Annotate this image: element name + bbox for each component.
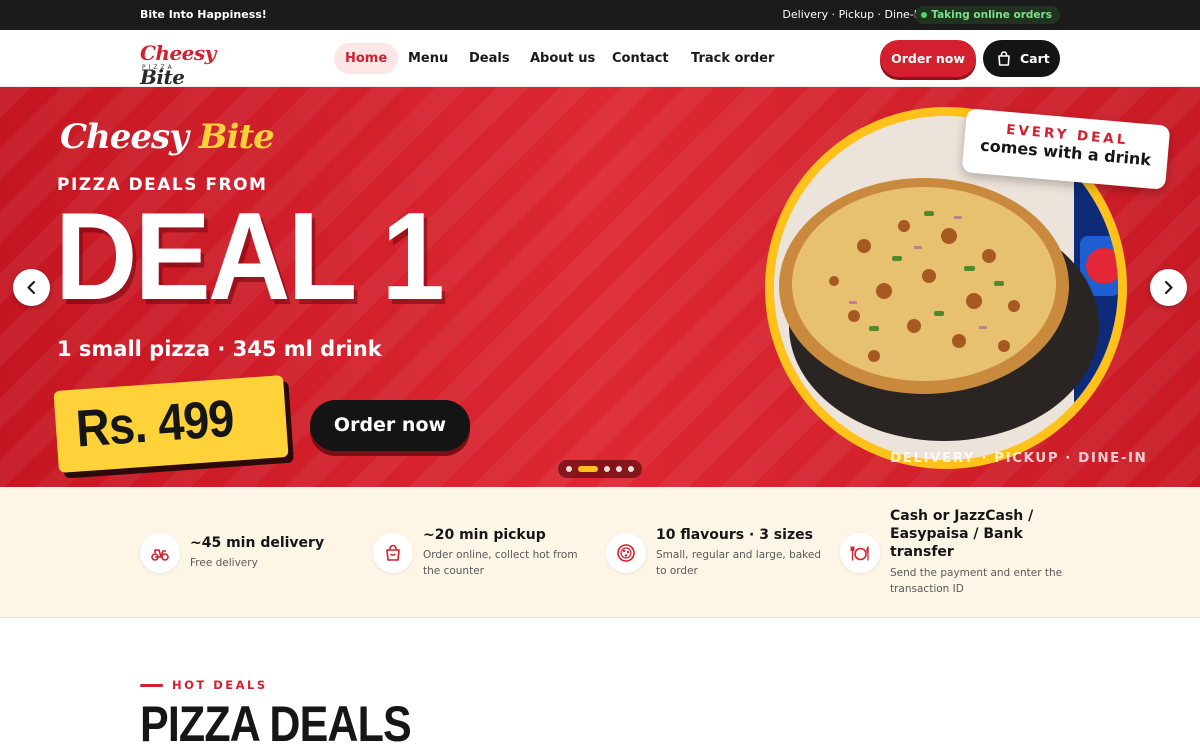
- feature-desc: Send the payment and enter the transacti…: [890, 567, 1063, 595]
- feature-flavours: 10 flavours · 3 sizes Small, regular and…: [606, 487, 821, 618]
- logo-subtitle: PIZZA: [142, 64, 175, 71]
- carousel-dot[interactable]: [578, 466, 598, 472]
- status-dot-icon: [921, 12, 928, 18]
- feature-pickup: ~20 min pickup Order online, collect hot…: [373, 487, 588, 618]
- hero-brand: Cheesy Bite: [60, 117, 275, 157]
- shopping-bag-icon: [386, 544, 400, 561]
- feature-title: ~20 min pickup: [423, 527, 546, 543]
- feature-desc: Small, regular and large, baked to order: [656, 549, 822, 577]
- hero-deal-subtitle: 1 small pizza · 345 ml drink: [57, 337, 382, 361]
- hero-order-now-button[interactable]: Order now: [310, 400, 470, 451]
- status-label: Taking online orders: [931, 9, 1052, 21]
- carousel-dot[interactable]: [628, 466, 634, 472]
- cart-label: Cart: [1020, 51, 1050, 66]
- carousel-dot[interactable]: [616, 466, 622, 472]
- feature-payment: Cash or JazzCash / Easypaisa / Bank tran…: [840, 487, 1062, 618]
- site-header: Cheesy Bite PIZZA Home Menu Deals About …: [0, 30, 1200, 89]
- cart-button[interactable]: Cart: [983, 40, 1060, 77]
- shopping-bag-icon: [998, 51, 1010, 66]
- carousel-next-button[interactable]: [1150, 269, 1187, 306]
- hero-deal-title: DEAL 1: [55, 188, 445, 326]
- tagline: Bite Into Happiness!: [140, 8, 267, 21]
- feature-delivery: ~45 min delivery Free delivery: [140, 487, 350, 618]
- plate-icon: [850, 546, 869, 561]
- services-text: Delivery · Pickup · Dine-In: [782, 8, 924, 21]
- pizza-icon: [617, 544, 635, 562]
- hero-price-tag: Rs. 499: [53, 375, 289, 473]
- carousel-dot[interactable]: [604, 466, 610, 472]
- ordering-status-badge: Taking online orders: [915, 6, 1060, 24]
- chevron-left-icon: [27, 280, 36, 295]
- features-strip: ~45 min delivery Free delivery ~20 min p…: [0, 487, 1200, 618]
- scooter-icon: [151, 549, 169, 561]
- nav-deals[interactable]: Deals: [458, 43, 521, 74]
- hero-carousel: Cheesy Bite PIZZA DEALS FROM DEAL 1 1 sm…: [0, 87, 1200, 487]
- hero-services-caption: DELIVERY · PICKUP · DINE-IN: [890, 450, 1148, 466]
- section-title: PIZZA DEALS: [140, 696, 412, 750]
- hero-price: Rs. 499: [74, 389, 236, 459]
- nav-home[interactable]: Home: [334, 43, 399, 74]
- nav-contact[interactable]: Contact: [601, 43, 680, 74]
- nav-about[interactable]: About us: [519, 43, 606, 74]
- feature-title: ~45 min delivery: [190, 535, 325, 551]
- carousel-dot[interactable]: [566, 466, 572, 472]
- feature-icon-wrap: [606, 533, 646, 573]
- order-now-button[interactable]: Order now: [880, 40, 976, 77]
- feature-title: 10 flavours · 3 sizes: [656, 527, 813, 543]
- feature-icon-wrap: [840, 533, 880, 573]
- nav-track-order[interactable]: Track order: [680, 43, 785, 74]
- nav-menu[interactable]: Menu: [397, 43, 459, 74]
- carousel-dots: [558, 460, 642, 478]
- logo[interactable]: Cheesy Bite PIZZA: [140, 41, 240, 89]
- kicker-line: [140, 684, 163, 687]
- feature-icon-wrap: [373, 533, 413, 573]
- feature-desc: Order online, collect hot from the count…: [423, 549, 578, 577]
- chevron-right-icon: [1164, 280, 1173, 295]
- feature-icon-wrap: [140, 533, 180, 573]
- kicker-label: HOT DEALS: [172, 678, 268, 692]
- feature-title: Cash or JazzCash / Easypaisa / Bank tran…: [890, 508, 1034, 560]
- carousel-prev-button[interactable]: [13, 269, 50, 306]
- feature-desc: Free delivery: [190, 557, 258, 569]
- top-bar: Bite Into Happiness! Delivery · Pickup ·…: [0, 0, 1200, 30]
